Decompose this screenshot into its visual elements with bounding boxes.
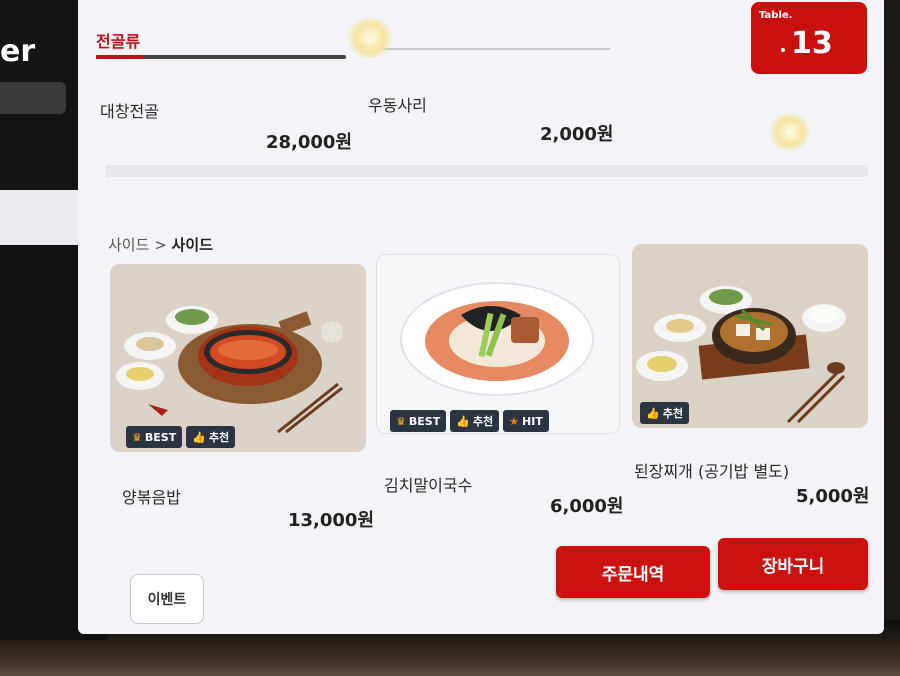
menu-item-name[interactable]: 대창전골: [100, 98, 159, 122]
crown-icon: ♛: [396, 414, 406, 428]
star-icon: ★: [509, 414, 520, 428]
menu-item-price: 6,000원: [550, 496, 624, 517]
breadcrumb: 사이드 > 사이드: [108, 234, 213, 255]
best-badge: ♛ BEST: [126, 426, 183, 448]
menu-card-image[interactable]: [110, 264, 366, 452]
left-panel-field[interactable]: [0, 82, 66, 114]
breadcrumb-separator: >: [154, 236, 167, 254]
thumbs-up-icon: 👍: [192, 430, 206, 444]
menu-card-image[interactable]: [376, 254, 620, 434]
menu-item-name[interactable]: 우동사리: [368, 92, 427, 116]
hit-badge: ★ HIT: [503, 410, 549, 432]
fried-rice-photo: [110, 264, 366, 452]
badge-row: 👍 추천: [640, 402, 689, 424]
kimchi-noodle-photo: [377, 255, 619, 433]
table-number-badge: Table. 13: [751, 2, 867, 74]
crown-icon: ♛: [132, 430, 142, 444]
menu-item-name[interactable]: 김치말이국수: [384, 472, 472, 496]
menu-card-image[interactable]: [632, 244, 868, 428]
left-panel: er: [0, 0, 86, 190]
screen-glare: [768, 114, 812, 150]
badge-row: ♛ BEST 👍 추천: [126, 426, 236, 448]
tab-underline: [96, 55, 346, 59]
tab-underline-secondary: [374, 48, 610, 50]
menu-item-price: 28,000원: [266, 132, 353, 153]
cart-button[interactable]: 장바구니: [718, 538, 868, 590]
menu-item-price: 13,000원: [288, 510, 375, 531]
event-button[interactable]: 이벤트: [130, 574, 204, 624]
menu-item-price: 5,000원: [796, 486, 870, 507]
menu-item-name[interactable]: 된장찌개 (공기밥 별도): [634, 458, 789, 482]
screen-glare: [346, 18, 394, 58]
tab-jeongol[interactable]: 전골류: [96, 28, 140, 52]
table-label: Table.: [759, 10, 793, 21]
menu-item-price: 2,000원: [540, 124, 614, 145]
recommend-badge: 👍 추천: [450, 410, 500, 432]
best-badge: ♛ BEST: [390, 410, 447, 432]
badge-row: ♛ BEST 👍 추천 ★ HIT: [390, 410, 549, 432]
section-divider: [106, 165, 868, 177]
menu-item-name[interactable]: 양볶음밥: [122, 484, 181, 508]
recommend-badge: 👍 추천: [186, 426, 236, 448]
table-number: 13: [791, 26, 833, 61]
thumbs-up-icon: 👍: [646, 406, 660, 420]
thumbs-up-icon: 👍: [456, 414, 470, 428]
order-history-button[interactable]: 주문내역: [556, 546, 710, 598]
breadcrumb-parent[interactable]: 사이드: [108, 236, 149, 254]
kiosk-screen: 전골류 Table. 13 대창전골 28,000원 우동사리 2,000원 사…: [78, 0, 884, 634]
brand-logo-text: er: [0, 34, 36, 69]
doenjang-stew-photo: [632, 244, 868, 428]
recommend-badge: 👍 추천: [640, 402, 689, 424]
breadcrumb-current: 사이드: [171, 236, 213, 254]
